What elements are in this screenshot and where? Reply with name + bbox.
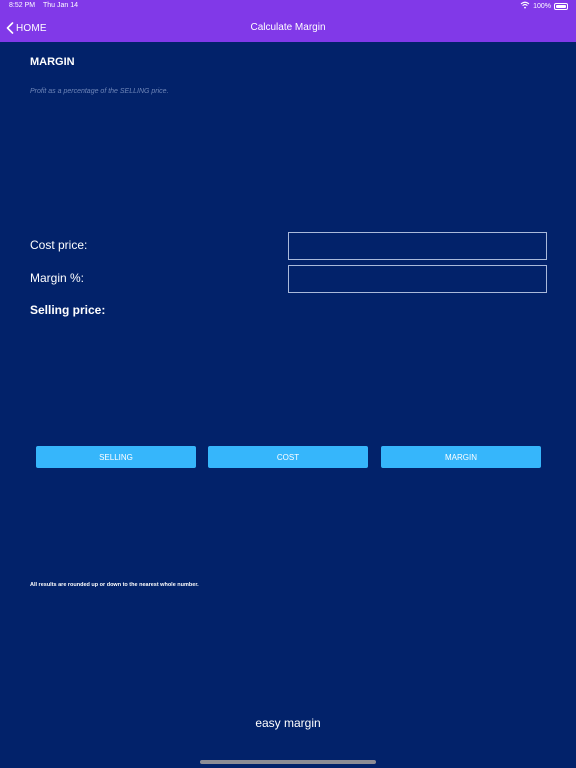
home-indicator[interactable] (200, 760, 376, 764)
selling-price-result-label: Selling price: (30, 303, 106, 317)
margin-button[interactable]: MARGIN (381, 446, 541, 468)
status-indicators: 100% (520, 1, 568, 11)
battery-icon (554, 2, 568, 10)
margin-percent-input[interactable] (288, 265, 547, 293)
section-description: Profit as a percentage of the SELLING pr… (30, 88, 169, 95)
section-title: MARGIN (30, 56, 75, 68)
margin-percent-label: Margin %: (30, 271, 85, 285)
status-time: 8:52 PM (9, 2, 36, 9)
navigation-bar: 8:52 PM Thu Jan 14 100% HOME Calculate M… (0, 0, 576, 42)
status-date: Thu Jan 14 (43, 2, 79, 9)
wifi-icon (520, 1, 530, 11)
selling-button[interactable]: SELLING (36, 446, 196, 468)
cost-price-label: Cost price: (30, 238, 88, 252)
page-title: Calculate Margin (250, 22, 326, 33)
rounding-footnote: All results are rounded up or down to th… (30, 582, 199, 588)
battery-percent: 100% (533, 2, 551, 10)
app-name: easy margin (255, 716, 321, 730)
cost-price-input[interactable] (288, 232, 547, 260)
cost-button[interactable]: COST (208, 446, 368, 468)
